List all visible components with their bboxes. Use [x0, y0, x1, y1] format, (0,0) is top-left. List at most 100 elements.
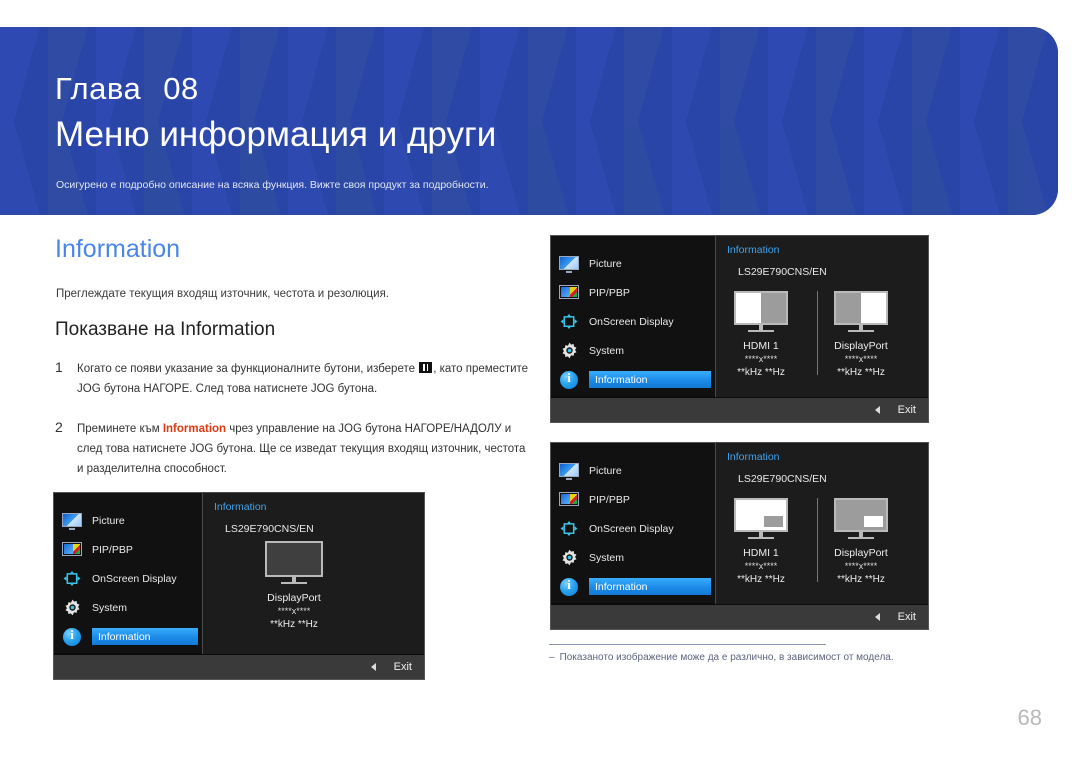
footnote-divider — [549, 644, 826, 645]
osd-menu-label: OnScreen Display — [589, 316, 674, 328]
osd-menu-label: Information — [595, 581, 648, 593]
source-figure-displayport: DisplayPort ****x**** **kHz **Hz — [833, 291, 888, 379]
source-resolution: ****x**** — [844, 561, 878, 571]
source-caption: HDMI 1 ****x**** **kHz **Hz — [737, 340, 785, 379]
osd-menu-item-picture[interactable]: Picture — [559, 253, 715, 275]
osd-menu-item-information[interactable]: Information — [559, 576, 715, 598]
chapter-number: 08 — [163, 71, 199, 106]
information-icon — [559, 577, 580, 596]
osd-exit-button[interactable]: Exit — [898, 404, 916, 416]
osd-screenshot-pbp: Picture PIP/PBP OnScreen Display System … — [550, 235, 929, 423]
source-figure-hdmi1: HDMI 1 ****x**** **kHz **Hz — [733, 291, 788, 379]
source-name: HDMI 1 — [743, 340, 779, 352]
footnote-dash: ‒ — [549, 652, 555, 663]
osd-menu-item-picture[interactable]: Picture — [559, 460, 715, 482]
osd-menu-label: PIP/PBP — [92, 544, 133, 556]
osd-menu-item-system[interactable]: System — [62, 597, 202, 619]
osd-panel-title: Information — [214, 501, 267, 513]
osd-menu-item-information[interactable]: Information — [559, 369, 715, 391]
page-content: Information Преглеждате текущия входящ и… — [0, 215, 1080, 763]
osd-sidebar: Picture PIP/PBP OnScreen Display System … — [551, 443, 715, 603]
picture-icon — [559, 255, 580, 273]
osd-menu-label: Picture — [589, 258, 622, 270]
step-item: 2 Преминете към Information чрез управле… — [55, 419, 535, 479]
osd-screenshot-single: Picture PIP/PBP OnScreen Display System … — [53, 492, 425, 680]
chapter-label: Глава — [55, 71, 142, 106]
osd-menu-item-pip-pbp[interactable]: PIP/PBP — [559, 489, 715, 511]
monitor-stand-icon — [847, 532, 874, 539]
monitor-stand-icon — [281, 577, 307, 584]
gear-icon — [62, 599, 83, 617]
pip-pbp-icon — [559, 491, 580, 509]
monitor-screen-icon — [733, 291, 788, 325]
source-resolution: ****x**** — [844, 354, 878, 364]
steps-list: 1 Когато се появи указание за функционал… — [55, 359, 535, 493]
left-triangle-icon[interactable] — [370, 663, 376, 671]
step2-text-before: Преминете към — [77, 423, 163, 435]
source-resolution: ****x**** — [744, 354, 778, 364]
source-name: DisplayPort — [834, 340, 888, 352]
osd-info-panel: Information LS29E790CNS/EN HDMI 1 ****x*… — [714, 235, 928, 397]
osd-menu-label: PIP/PBP — [589, 287, 630, 299]
pip-pbp-icon — [62, 541, 83, 559]
picture-icon — [62, 512, 83, 530]
chapter-title: Меню информация и други — [55, 115, 497, 154]
step-number: 2 — [55, 419, 63, 435]
step-item: 1 Когато се появи указание за функционал… — [55, 359, 535, 399]
osd-model-name: LS29E790CNS/EN — [737, 473, 827, 485]
left-triangle-icon[interactable] — [874, 406, 880, 414]
footnote: ‒ Показаното изображение може да е различ… — [549, 652, 894, 663]
onscreen-display-icon — [559, 313, 580, 331]
footnote-text: Показаното изображение може да е различн… — [559, 652, 894, 663]
osd-bottom-bar: Exit — [54, 655, 424, 679]
source-resolution: ****x**** — [744, 561, 778, 571]
osd-panel-title: Information — [726, 244, 780, 256]
page-number: 68 — [1017, 705, 1042, 730]
osd-menu-label: OnScreen Display — [92, 573, 177, 585]
source-frequency: **kHz **Hz — [737, 367, 785, 378]
left-triangle-icon[interactable] — [874, 613, 880, 621]
osd-menu-item-pip-pbp[interactable]: PIP/PBP — [62, 539, 202, 561]
osd-menu-item-system[interactable]: System — [559, 547, 715, 569]
osd-bottom-bar: Exit — [551, 398, 928, 422]
osd-sidebar: Picture PIP/PBP OnScreen Display System … — [54, 493, 202, 653]
monitor-stand-icon — [747, 325, 774, 332]
osd-menu-item-onscreen-display[interactable]: OnScreen Display — [559, 518, 715, 540]
source-caption: DisplayPort ****x**** **kHz **Hz — [834, 547, 888, 586]
monitor-screen-icon — [733, 498, 788, 532]
source-divider — [816, 498, 818, 582]
source-name: DisplayPort — [267, 592, 321, 604]
osd-exit-button[interactable]: Exit — [898, 611, 916, 623]
osd-menu-label: PIP/PBP — [589, 494, 630, 506]
picture-icon — [559, 462, 580, 480]
osd-menu-item-information[interactable]: Information — [62, 626, 202, 648]
step1-text-before: Когато се появи указание за функционални… — [77, 363, 419, 375]
chapter-line: Глава 08 — [55, 71, 199, 107]
osd-model-name: LS29E790CNS/EN — [225, 523, 314, 535]
information-icon — [559, 370, 580, 389]
osd-exit-button[interactable]: Exit — [394, 661, 412, 673]
pip-pbp-icon — [559, 284, 580, 302]
source-figure-hdmi1: HDMI 1 ****x**** **kHz **Hz — [733, 498, 788, 586]
source-figure-displayport: DisplayPort ****x**** **kHz **Hz — [265, 541, 323, 631]
source-figure-displayport: DisplayPort ****x**** **kHz **Hz — [833, 498, 888, 586]
osd-menu-item-pip-pbp[interactable]: PIP/PBP — [559, 282, 715, 304]
monitor-stand-icon — [747, 532, 774, 539]
osd-info-panel: Information LS29E790CNS/EN HDMI 1 ****x*… — [714, 442, 928, 604]
monitor-screen-icon — [265, 541, 323, 577]
osd-menu-label: System — [589, 345, 625, 357]
osd-menu-item-onscreen-display[interactable]: OnScreen Display — [559, 311, 715, 333]
menu-glyph-icon — [419, 362, 433, 373]
osd-menu-item-picture[interactable]: Picture — [62, 510, 202, 532]
osd-sidebar: Picture PIP/PBP OnScreen Display System … — [551, 236, 715, 396]
source-frequency: **kHz **Hz — [737, 574, 785, 585]
gear-icon — [559, 549, 580, 567]
osd-menu-item-onscreen-display[interactable]: OnScreen Display — [62, 568, 202, 590]
step-number: 1 — [55, 359, 63, 375]
osd-menu-label: Picture — [92, 515, 125, 527]
monitor-stand-icon — [847, 325, 874, 332]
step-text: Когато се появи указание за функционални… — [77, 359, 535, 399]
osd-menu-item-system[interactable]: System — [559, 340, 715, 362]
step2-highlight: Information — [162, 423, 227, 435]
osd-bottom-bar: Exit — [551, 605, 928, 629]
